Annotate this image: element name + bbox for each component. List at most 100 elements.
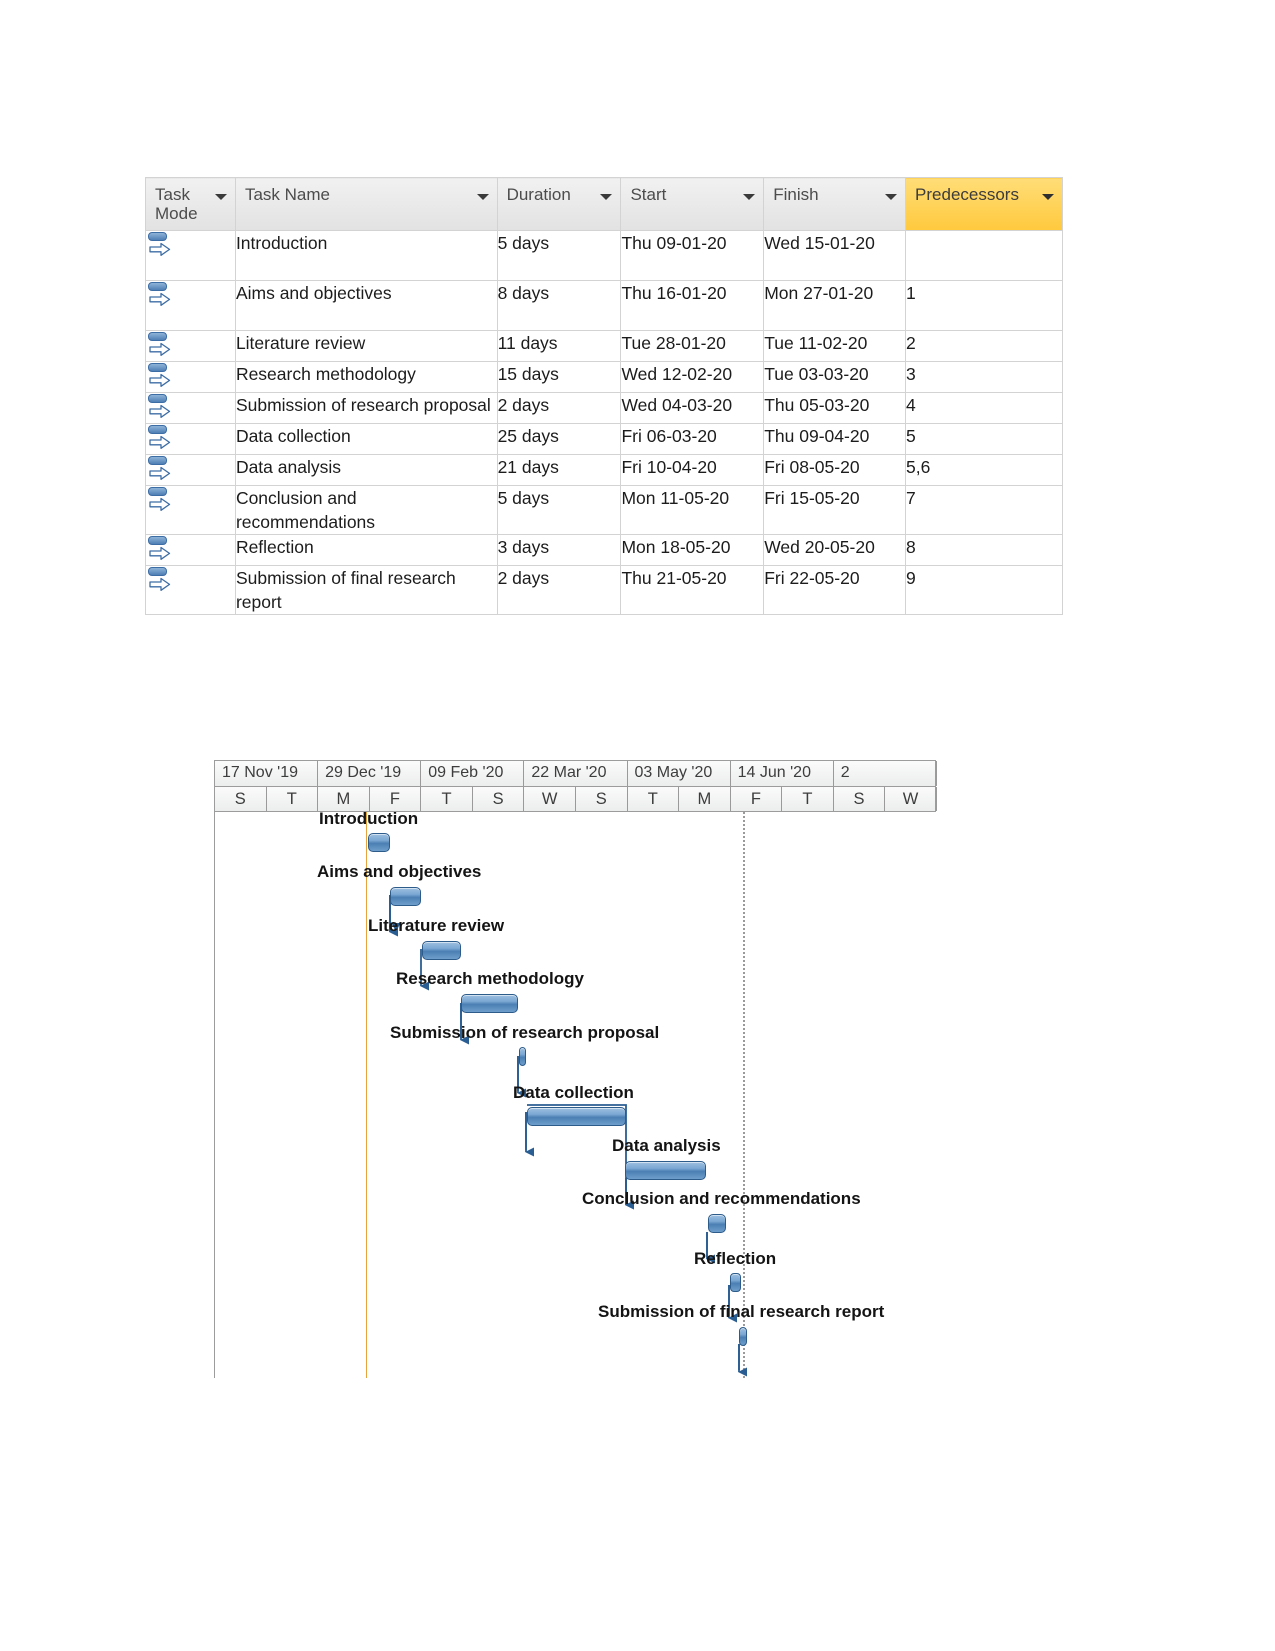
cell-finish[interactable]: Fri 22-05-20 [763,565,907,615]
gantt-bar[interactable] [461,994,518,1013]
cell-duration[interactable]: 2 days [496,392,622,424]
column-header-task-name[interactable]: Task Name [234,177,498,231]
cell-task-name[interactable]: Reflection [234,534,498,566]
table-row[interactable]: Data collection 25 days Fri 06-03-20 Thu 09… [145,423,1063,455]
timeline-minor-tick: S [215,787,267,811]
cell-start[interactable]: Wed 12-02-20 [620,361,765,393]
cell-duration[interactable]: 25 days [496,423,622,455]
table-row[interactable]: Research methodology 15 days Wed 12-02-20 T… [145,361,1063,393]
cell-task-name[interactable]: Introduction [234,230,498,281]
cell-task-mode[interactable] [145,392,236,424]
cell-predecessors[interactable] [905,230,1063,281]
cell-task-mode[interactable] [145,423,236,455]
cell-task-mode[interactable] [145,361,236,393]
cell-start[interactable]: Fri 10-04-20 [620,454,765,486]
cell-start[interactable]: Fri 06-03-20 [620,423,765,455]
column-header-start[interactable]: Start [620,177,765,231]
cell-finish[interactable]: Tue 11-02-20 [763,330,907,362]
cell-predecessors[interactable]: 1 [905,280,1063,331]
cell-duration[interactable]: 11 days [496,330,622,362]
cell-finish[interactable]: Fri 08-05-20 [763,454,907,486]
timeline-minor-tick: T [782,787,834,811]
auto-schedule-icon [146,535,174,565]
cell-predecessors[interactable]: 3 [905,361,1063,393]
cell-duration[interactable]: 2 days [496,565,622,615]
table-row[interactable]: Reflection 3 days Mon 18-05-20 Wed 20-05-20… [145,534,1063,566]
column-header-task-mode-label: Task Mode [155,185,198,223]
gantt-bar[interactable] [625,1161,706,1180]
cell-task-name[interactable]: Literature review [234,330,498,362]
cell-start[interactable]: Thu 16-01-20 [620,280,765,331]
cell-predecessors[interactable]: 2 [905,330,1063,362]
table-row[interactable]: Aims and objectives 8 days Thu 16-01-20 Mon… [145,280,1063,331]
cell-predecessors[interactable]: 7 [905,485,1063,535]
cell-task-mode[interactable] [145,565,236,615]
gantt-bar[interactable] [739,1327,747,1346]
table-row[interactable]: Introduction 5 days Thu 09-01-20 Wed 15-01-… [145,230,1063,281]
cell-finish[interactable]: Mon 27-01-20 [763,280,907,331]
filter-dropdown-icon[interactable] [741,189,757,205]
cell-finish[interactable]: Wed 20-05-20 [763,534,907,566]
cell-finish[interactable]: Thu 05-03-20 [763,392,907,424]
cell-task-mode[interactable] [145,454,236,486]
cell-task-mode[interactable] [145,485,236,535]
filter-dropdown-icon[interactable] [1040,189,1056,205]
column-header-finish-label: Finish [773,185,819,204]
column-header-duration[interactable]: Duration [496,177,622,231]
cell-predecessors[interactable]: 9 [905,565,1063,615]
cell-finish[interactable]: Wed 15-01-20 [763,230,907,281]
task-sheet-body: Introduction 5 days Thu 09-01-20 Wed 15-01-… [145,230,1063,615]
cell-task-name[interactable]: Data analysis [234,454,498,486]
cell-task-name[interactable]: Aims and objectives [234,280,498,331]
cell-duration[interactable]: 5 days [496,230,622,281]
filter-dropdown-icon[interactable] [213,189,229,205]
cell-predecessors[interactable]: 4 [905,392,1063,424]
cell-start[interactable]: Mon 11-05-20 [620,485,765,535]
cell-task-mode[interactable] [145,230,236,281]
cell-start[interactable]: Thu 09-01-20 [620,230,765,281]
table-row[interactable]: Data analysis 21 days Fri 10-04-20 Fri 08-0… [145,454,1063,486]
filter-dropdown-icon[interactable] [475,189,491,205]
cell-task-name[interactable]: Submission of final research report [234,565,498,615]
cell-task-name[interactable]: Data collection [234,423,498,455]
filter-dropdown-icon[interactable] [598,189,614,205]
table-row[interactable]: Literature review 11 days Tue 28-01-20 Tue … [145,330,1063,362]
cell-finish[interactable]: Tue 03-03-20 [763,361,907,393]
cell-predecessors[interactable]: 5 [905,423,1063,455]
gantt-bar[interactable] [368,833,390,852]
today-line [366,812,367,1378]
cell-task-name[interactable]: Submission of research proposal [234,392,498,424]
cell-predecessors[interactable]: 8 [905,534,1063,566]
cell-task-mode[interactable] [145,280,236,331]
cell-start[interactable]: Mon 18-05-20 [620,534,765,566]
table-row[interactable]: Submission of final research report 2 day… [145,565,1063,615]
cell-start[interactable]: Wed 04-03-20 [620,392,765,424]
cell-duration[interactable]: 15 days [496,361,622,393]
cell-task-mode[interactable] [145,330,236,362]
timeline-minor-tick: F [370,787,422,811]
column-header-task-mode[interactable]: Task Mode [145,177,236,231]
cell-duration[interactable]: 3 days [496,534,622,566]
gantt-bar[interactable] [708,1214,726,1233]
column-header-finish[interactable]: Finish [763,177,907,231]
cell-task-mode[interactable] [145,534,236,566]
gantt-bar[interactable] [730,1273,741,1292]
table-row[interactable]: Conclusion and recommendations 5 days Mon … [145,485,1063,535]
gantt-bar[interactable] [519,1047,526,1066]
cell-duration[interactable]: 5 days [496,485,622,535]
cell-finish[interactable]: Thu 09-04-20 [763,423,907,455]
gantt-bar[interactable] [390,887,421,906]
cell-finish[interactable]: Fri 15-05-20 [763,485,907,535]
cell-predecessors[interactable]: 5,6 [905,454,1063,486]
cell-start[interactable]: Thu 21-05-20 [620,565,765,615]
gantt-bar[interactable] [422,941,461,960]
column-header-predecessors[interactable]: Predecessors [905,177,1063,231]
filter-dropdown-icon[interactable] [883,189,899,205]
table-row[interactable]: Submission of research proposal 2 days Wed… [145,392,1063,424]
gantt-bar[interactable] [527,1107,626,1126]
cell-start[interactable]: Tue 28-01-20 [620,330,765,362]
cell-duration[interactable]: 8 days [496,280,622,331]
cell-task-name[interactable]: Conclusion and recommendations [234,485,498,535]
cell-duration[interactable]: 21 days [496,454,622,486]
cell-task-name[interactable]: Research methodology [234,361,498,393]
